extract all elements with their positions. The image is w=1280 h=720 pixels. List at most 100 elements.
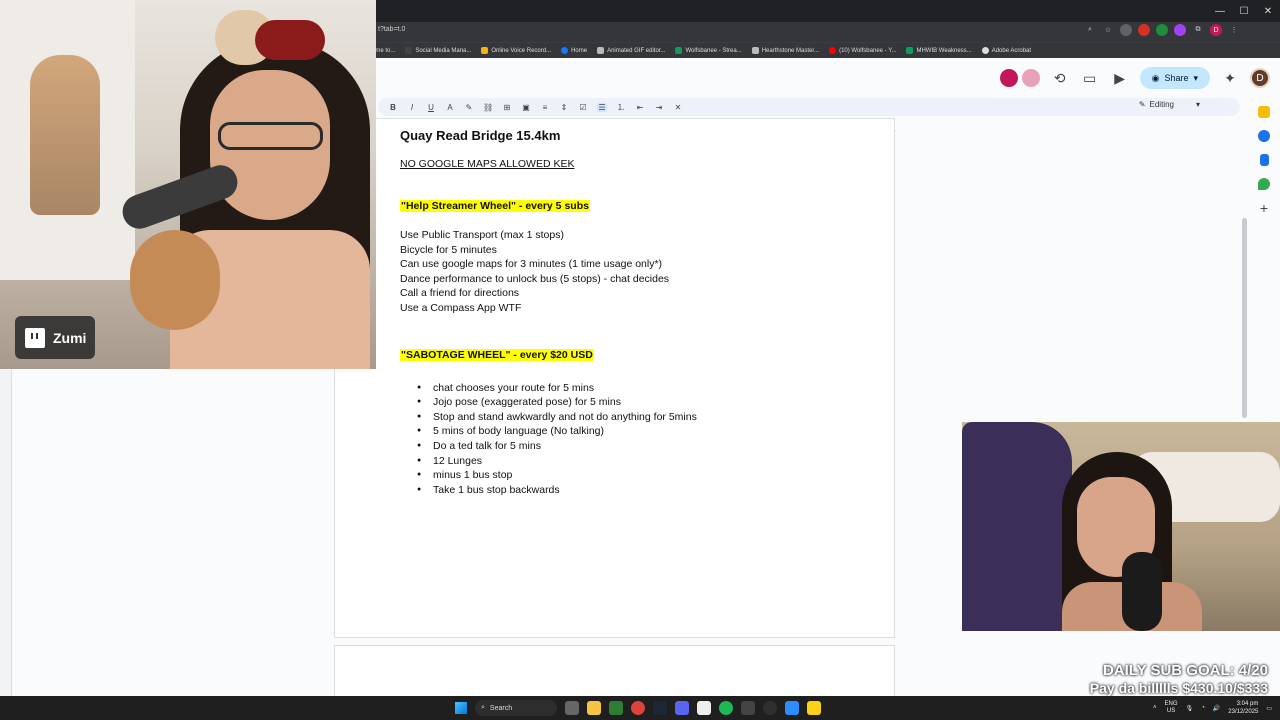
add-icon[interactable]: +	[1258, 201, 1270, 215]
formatting-toolbar: B I U A ✎ ⛓ ⊞ ▣ ≡ ⇕ ☑ ☰ ⒈ ⇤ ⇥ ✕ ✎ Editin…	[378, 98, 1240, 116]
decrease-indent-icon[interactable]: ⇤	[635, 103, 645, 112]
underline-icon[interactable]: U	[426, 103, 436, 112]
capcut-icon[interactable]	[697, 701, 711, 715]
contacts-icon[interactable]	[1259, 154, 1269, 166]
bold-icon[interactable]: B	[388, 103, 398, 112]
history-icon[interactable]: ⟲	[1050, 68, 1070, 88]
help-wheel-heading: "Help Streamer Wheel" - every 5 subs	[400, 200, 590, 212]
collaborator-avatar[interactable]	[1021, 69, 1040, 87]
taskbar-search[interactable]: ⌕ Search	[475, 700, 557, 716]
document-content[interactable]: Quay Read Bridge 15.4km NO GOOGLE MAPS A…	[400, 128, 880, 497]
help-item: Bicycle for 5 minutes	[400, 243, 497, 256]
discord-icon[interactable]	[675, 701, 689, 715]
glasses	[218, 122, 323, 150]
region-code: US	[1166, 708, 1176, 714]
bookmark[interactable]: Adobe Acrobat	[981, 47, 1031, 54]
streamer-badge: Zumi	[15, 316, 95, 359]
spotify-icon[interactable]	[719, 701, 733, 715]
meet-icon[interactable]: ▶	[1110, 68, 1130, 88]
highlight-icon[interactable]: ✎	[464, 103, 474, 112]
extension-icon[interactable]	[1156, 24, 1168, 36]
list-item: chat chooses your route for 5 mins	[417, 381, 880, 396]
increase-indent-icon[interactable]: ⇥	[654, 103, 664, 112]
search-icon[interactable]: ⌕	[1084, 24, 1096, 36]
volume-icon[interactable]: 🔊	[1213, 705, 1220, 712]
maps-icon[interactable]	[1258, 178, 1270, 190]
bulleted-list-icon[interactable]: ☰	[597, 102, 607, 112]
puzzle-icon[interactable]: ⧉	[1192, 24, 1204, 36]
clear-formatting-icon[interactable]: ✕	[673, 103, 683, 112]
share-button[interactable]: ◉ Share ▾	[1139, 67, 1210, 89]
zoom-icon[interactable]	[785, 701, 799, 715]
sticky-notes-icon[interactable]	[807, 701, 821, 715]
extension-icon[interactable]	[1174, 24, 1186, 36]
language-indicator[interactable]: ENG US	[1165, 701, 1178, 715]
bookmark[interactable]: MHWIB Weakness...	[906, 47, 972, 54]
gaming-chair	[962, 422, 1072, 631]
steam-icon[interactable]	[653, 701, 667, 715]
numbered-list-icon[interactable]: ⒈	[616, 102, 626, 113]
sub-goal-overlay: DAILY SUB GOAL: 4/20 Pay da billllls $43…	[1090, 662, 1268, 696]
editing-mode-selector[interactable]: ✎ Editing ▾	[1139, 100, 1200, 109]
share-label: Share	[1164, 73, 1189, 83]
chevron-down-icon[interactable]: ▾	[1193, 73, 1198, 84]
task-view-icon[interactable]	[565, 701, 579, 715]
chrome-icon[interactable]	[631, 701, 645, 715]
taskbar: ⌕ Search ˄ ENG US 🎙 ◔ 🔊 3:04 pm 23/12/20…	[0, 696, 1280, 720]
bookmark[interactable]: Hearthstone Master...	[751, 47, 819, 54]
checklist-icon[interactable]: ☑	[578, 103, 588, 112]
bookmark[interactable]: Social Media Mana...	[405, 47, 471, 54]
notification-icon[interactable]: ▭	[1266, 705, 1272, 712]
editing-label: Editing	[1149, 100, 1174, 109]
bookmark[interactable]: Animated GIF editor...	[597, 47, 665, 54]
profile-icon[interactable]: D	[1210, 24, 1222, 36]
app-icon[interactable]	[741, 701, 755, 715]
extension-icon[interactable]	[1138, 24, 1150, 36]
bookmark[interactable]: Online Voice Record...	[481, 47, 551, 54]
tasks-icon[interactable]	[1258, 130, 1270, 142]
webcam-overlay-main: Zumi	[0, 0, 376, 369]
system-tray: ˄ ENG US 🎙 ◔ 🔊 3:04 pm 23/12/2025 ▭	[1153, 698, 1272, 718]
list-item: Take 1 bus stop backwards	[417, 483, 880, 498]
url-text[interactable]: t?tab=t.0	[378, 26, 405, 33]
bookmark[interactable]: (10) Wolfsbanee - Y...	[829, 47, 896, 54]
minimize-icon[interactable]: —	[1208, 0, 1232, 22]
streamer-name: Zumi	[53, 329, 87, 346]
app-icon[interactable]	[609, 701, 623, 715]
insert-comment-icon[interactable]: ⊞	[502, 103, 512, 112]
globe-icon: ◉	[1151, 72, 1160, 83]
maximize-icon[interactable]: ☐	[1232, 0, 1256, 22]
bookmark[interactable]: Home	[561, 47, 587, 54]
network-icon[interactable]: ◔	[1201, 705, 1205, 711]
language-code: ENG	[1164, 701, 1178, 707]
text-color-icon[interactable]: A	[445, 103, 455, 112]
document-scrollbar[interactable]	[1242, 218, 1247, 418]
insert-image-icon[interactable]: ▣	[521, 103, 531, 112]
extension-icon[interactable]	[1120, 24, 1132, 36]
link-icon[interactable]: ⛓	[483, 103, 493, 112]
chevron-up-icon[interactable]: ˄	[1153, 705, 1157, 711]
keep-icon[interactable]	[1258, 106, 1270, 118]
comment-icon[interactable]: ▭	[1080, 68, 1100, 88]
italic-icon[interactable]: I	[407, 103, 417, 112]
bookmark[interactable]: Wolfsbanee - Strea...	[675, 47, 742, 54]
obs-icon[interactable]	[763, 701, 777, 715]
clock[interactable]: 3:04 pm 23/12/2025	[1228, 700, 1258, 716]
sabotage-list: chat chooses your route for 5 mins Jojo …	[417, 381, 880, 498]
mic-icon[interactable]: 🎙	[1186, 705, 1194, 712]
file-explorer-icon[interactable]	[587, 701, 601, 715]
collaborator-avatar[interactable]	[999, 69, 1018, 87]
list-item: minus 1 bus stop	[417, 468, 880, 483]
list-item: 5 mins of body language (No talking)	[417, 424, 880, 439]
menu-icon[interactable]: ⋮	[1228, 24, 1240, 36]
pencil-icon: ✎	[1138, 100, 1146, 109]
windows-start-icon[interactable]	[455, 702, 467, 714]
align-icon[interactable]: ≡	[540, 103, 550, 112]
chevron-down-icon: ▾	[1195, 100, 1200, 109]
document-heading: Quay Read Bridge 15.4km	[400, 128, 561, 143]
star-icon[interactable]: ☆	[1102, 24, 1114, 36]
line-spacing-icon[interactable]: ⇕	[559, 103, 569, 112]
user-avatar[interactable]: D	[1250, 68, 1270, 88]
gemini-icon[interactable]: ✦	[1220, 68, 1240, 88]
close-icon[interactable]: ✕	[1256, 0, 1280, 22]
